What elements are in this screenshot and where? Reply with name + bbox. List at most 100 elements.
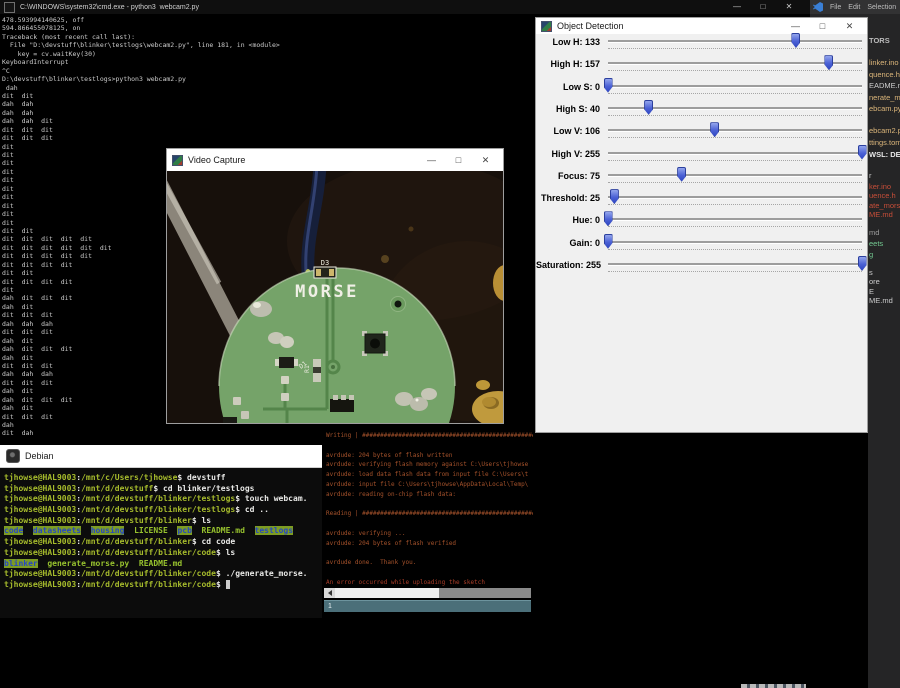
- slider-threshold-thumb[interactable]: [610, 189, 619, 204]
- slider-saturation-ticks: [608, 271, 862, 272]
- vscode-sidebar-item[interactable]: TORS: [869, 36, 890, 45]
- slider-low-v-track[interactable]: [608, 129, 862, 132]
- debian-output[interactable]: tjhowse@HAL9003:/mnt/c/Users/tjhowse$ de…: [4, 473, 318, 591]
- vscode-sidebar-item[interactable]: EADME.md: [869, 81, 900, 90]
- vscode-sidebar-item[interactable]: ate_morse: [869, 201, 900, 210]
- vscode-sidebar-item[interactable]: ore: [869, 277, 880, 286]
- vscode-menu-edit[interactable]: Edit: [848, 4, 860, 11]
- arduino-log-line: [326, 549, 533, 559]
- desktop: C:\WINDOWS\system32\cmd.exe - python3 we…: [0, 0, 900, 688]
- vscode-sidebar-item[interactable]: ebcam.py: [869, 104, 900, 113]
- cmd-minimize-button[interactable]: —: [724, 0, 750, 14]
- slider-low-s-ticks: [608, 93, 862, 94]
- slider-low-v-thumb[interactable]: [710, 122, 719, 137]
- video-titlebar[interactable]: Video Capture — □ ✕: [167, 149, 503, 171]
- arduino-log-line: [326, 568, 533, 578]
- slider-saturation-thumb[interactable]: [858, 256, 867, 271]
- vscode-sidebar: TORS linker.ino quence.h EADME.md nerate_moe…: [868, 14, 900, 688]
- vscode-sidebar-item[interactable]: ME.md: [869, 296, 893, 305]
- slider-gain-label: Gain: 0: [536, 233, 600, 253]
- debian-titlebar[interactable]: Debian: [0, 445, 322, 468]
- slider-hue-thumb[interactable]: [604, 211, 613, 226]
- object-detection-window: Object Detection — □ ✕ Low H: 133High H:…: [535, 17, 868, 433]
- slider-low-v-label: Low V: 106: [536, 121, 600, 141]
- vscode-sidebar-item[interactable]: s: [869, 268, 873, 277]
- slider-saturation: Saturation: 255: [536, 255, 867, 275]
- arduino-hscrollbar[interactable]: [324, 588, 531, 598]
- arduino-log-line: [326, 441, 533, 451]
- slider-low-s-thumb[interactable]: [604, 78, 613, 93]
- slider-high-v-label: High V: 255: [536, 144, 600, 164]
- slider-high-v: High V: 255: [536, 144, 867, 164]
- arduino-statusbar: 1: [324, 600, 531, 612]
- slider-gain-track[interactable]: [608, 241, 862, 244]
- slider-focus-ticks: [608, 182, 862, 183]
- terminal-cursor: [226, 580, 231, 589]
- vscode-titlebar[interactable]: File Edit Selection: [810, 0, 900, 14]
- vscode-sidebar-item[interactable]: E: [869, 287, 874, 296]
- terminal-line: blinker generate_morse.py README.md: [4, 559, 318, 570]
- slider-high-s-thumb[interactable]: [644, 100, 653, 115]
- vscode-logo-icon: [813, 2, 823, 12]
- cmd-close-button[interactable]: ✕: [776, 0, 802, 14]
- slider-low-v: Low V: 106: [536, 121, 867, 141]
- vscode-sidebar-item[interactable]: linker.ino: [869, 58, 899, 67]
- window-peek-strip[interactable]: [741, 684, 806, 688]
- cmd-titlebar[interactable]: C:\WINDOWS\system32\cmd.exe - python3 we…: [0, 0, 810, 14]
- slider-hue-track[interactable]: [608, 218, 862, 221]
- video-minimize-button[interactable]: —: [418, 151, 445, 169]
- slider-focus-thumb[interactable]: [677, 167, 686, 182]
- vscode-sidebar-item[interactable]: ebcam2.py: [869, 126, 900, 135]
- vscode-sidebar-item[interactable]: uence.h: [869, 191, 896, 200]
- terminal-line: tjhowse@HAL9003:/mnt/d/devstuff/blinker/…: [4, 494, 318, 505]
- arduino-log-line: avrdude: verifying ...: [326, 529, 533, 539]
- slider-low-s-label: Low S: 0: [536, 77, 600, 97]
- slider-low-s-track[interactable]: [608, 85, 862, 88]
- vscode-sidebar-item[interactable]: md: [869, 228, 879, 237]
- vscode-sidebar-item[interactable]: r: [869, 171, 872, 180]
- terminal-line: tjhowse@HAL9003:/mnt/d/devstuff/blinker/…: [4, 505, 318, 516]
- slider-high-v-thumb[interactable]: [858, 145, 867, 160]
- slider-low-h-label: Low H: 133: [536, 32, 600, 52]
- vscode-sidebar-item[interactable]: ker.ino: [869, 182, 891, 191]
- vscode-sidebar-item[interactable]: eets: [869, 239, 883, 248]
- slider-high-h: High H: 157: [536, 54, 867, 74]
- scrollbar-thumb[interactable]: [335, 588, 439, 598]
- vscode-sidebar-item[interactable]: ttings.tom: [869, 138, 900, 147]
- vscode-sidebar-item[interactable]: nerate_mo: [869, 93, 900, 102]
- slider-high-v-track[interactable]: [608, 152, 862, 155]
- cmd-maximize-button[interactable]: □: [750, 0, 776, 14]
- slider-low-h-thumb[interactable]: [791, 33, 800, 48]
- slider-low-h-track[interactable]: [608, 40, 862, 43]
- vscode-menu-selection[interactable]: Selection: [867, 4, 896, 11]
- vscode-menu-file[interactable]: File: [830, 4, 841, 11]
- slider-gain-thumb[interactable]: [604, 234, 613, 249]
- slider-high-h-track[interactable]: [608, 62, 862, 65]
- slider-hue: Hue: 0: [536, 210, 867, 230]
- pcb-label-d3: D3: [321, 259, 329, 267]
- vscode-sidebar-item[interactable]: quence.h: [869, 70, 900, 79]
- slider-focus-track[interactable]: [608, 174, 862, 177]
- slider-gain-ticks: [608, 249, 862, 250]
- arduino-log-line: avrdude: 204 bytes of flash written: [326, 451, 533, 461]
- cmd-window-title: C:\WINDOWS\system32\cmd.exe - python3 we…: [20, 4, 199, 11]
- video-close-button[interactable]: ✕: [472, 151, 499, 169]
- resistor-r1: [313, 359, 321, 368]
- slider-saturation-track[interactable]: [608, 263, 862, 266]
- arduino-output: Writing | ##############################…: [326, 431, 533, 588]
- video-capture-window: Video Capture — □ ✕: [166, 148, 504, 424]
- slider-high-h-thumb[interactable]: [824, 55, 833, 70]
- slider-low-v-ticks: [608, 137, 862, 138]
- pcb-label-morse: MORSE: [295, 282, 359, 302]
- video-window-title: Video Capture: [188, 155, 245, 165]
- slider-high-s-ticks: [608, 115, 862, 116]
- video-maximize-button[interactable]: □: [445, 151, 472, 169]
- vscode-sidebar-item[interactable]: WSL: DEBIA: [869, 150, 900, 159]
- vscode-sidebar-item[interactable]: g: [869, 250, 873, 259]
- slider-high-h-label: High H: 157: [536, 54, 600, 74]
- vscode-sidebar-item[interactable]: ME.md: [869, 210, 893, 219]
- objdet-window-title: Object Detection: [557, 21, 624, 31]
- slider-threshold-track[interactable]: [608, 196, 862, 199]
- slider-high-h-ticks: [608, 70, 862, 71]
- scroll-left-button[interactable]: [324, 588, 335, 598]
